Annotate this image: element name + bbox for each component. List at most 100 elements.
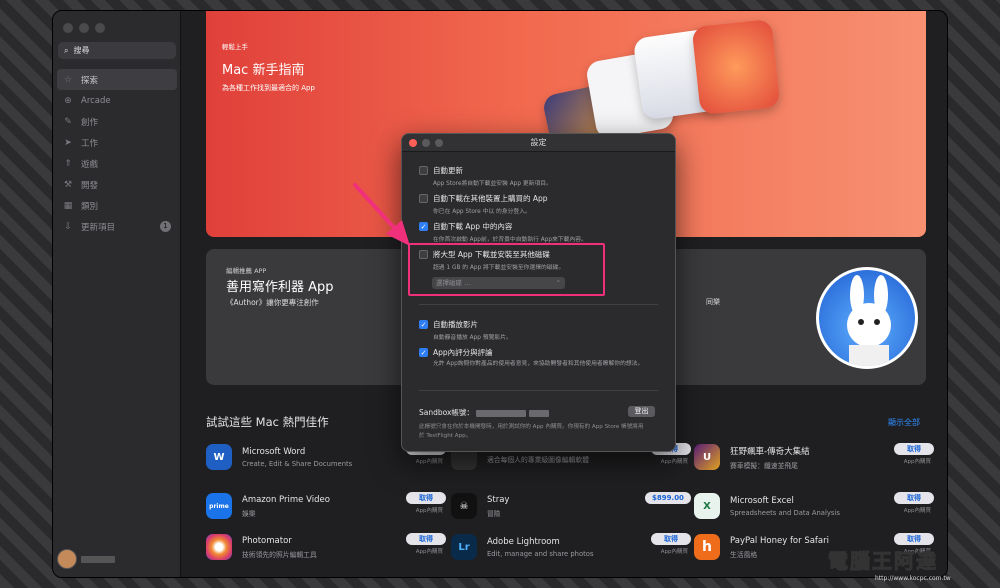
app-item-prime-video[interactable]: prime Amazon Prime Video 娛樂 取得 App內購買 (206, 488, 446, 524)
hero-subtitle: 為各種工作找到最適合的 App (222, 84, 315, 92)
zoom-window-button[interactable] (95, 23, 105, 33)
app-name: Microsoft Word (242, 446, 306, 457)
sidebar-item-create[interactable]: ✎ 創作 (57, 111, 177, 132)
dialog-close-button[interactable] (409, 139, 417, 147)
in-app-purchase-note: App內購買 (660, 549, 688, 555)
see-all-link[interactable]: 顯示全部 (888, 417, 920, 428)
auto-update-checkbox[interactable] (419, 166, 428, 175)
auto-download-purchases-checkbox[interactable] (419, 194, 428, 203)
in-app-ratings-checkbox[interactable]: ✓ (419, 348, 428, 357)
app-name: Stray (487, 494, 510, 505)
search-field[interactable]: ⌕ 搜尋 (58, 42, 176, 59)
hammer-icon: ⚒ (63, 179, 73, 190)
auto-download-content-checkbox[interactable]: ✓ (419, 222, 428, 231)
sidebar-item-arcade[interactable]: ⊕ Arcade (57, 90, 177, 111)
prime-video-app-icon: prime (206, 493, 232, 519)
sidebar-item-categories[interactable]: ▦ 類別 (57, 195, 177, 216)
app-item-excel[interactable]: X Microsoft Excel Spreadsheets and Data A… (694, 488, 934, 524)
logout-button[interactable]: 登出 (628, 406, 655, 417)
get-button[interactable]: 取得 (651, 533, 691, 545)
price-button[interactable]: $899.00 (645, 492, 691, 504)
sidebar-item-updates[interactable]: ⇩ 更新項目 1 (57, 216, 177, 237)
get-button[interactable]: 取得 (406, 533, 446, 545)
app-name: Photomator (242, 535, 292, 546)
app-desc: Spreadsheets and Data Analysis (730, 508, 840, 517)
sidebar-item-work[interactable]: ➤ 工作 (57, 132, 177, 153)
sidebar-item-develop[interactable]: ⚒ 開發 (57, 174, 177, 195)
star-icon: ☆ (63, 74, 73, 85)
option-auto-download-content[interactable]: ✓ 自動下載 App 中的內容在你首次啟動 App前，於背景中自動執行 App來… (419, 221, 587, 243)
get-button[interactable]: 取得 (894, 533, 934, 545)
rocket-icon: ⇑ (64, 158, 72, 169)
app-item-lightroom[interactable]: Lr Adobe Lightroom Edit, manage and share… (451, 529, 691, 565)
in-app-purchase-note: App內購買 (903, 508, 931, 514)
sidebar-item-label: 開發 (81, 180, 99, 191)
option-desc: 在你首次啟動 App前，於背景中自動執行 App來下載內容。 (433, 237, 587, 243)
feature-right-text: 同樂 (706, 298, 720, 306)
option-label: 自動下載 App 中的內容 (433, 222, 513, 231)
app-name: Amazon Prime Video (242, 494, 330, 505)
dialog-window-controls (409, 139, 443, 147)
sidebar: ⌕ 搜尋 ☆ 探索 ⊕ Arcade ✎ 創作 ➤ 工作 ⇑ 遊戲 ⚒ 開發 ▦ 類別 ⇩ 更新… (53, 11, 181, 577)
autoplay-video-checkbox[interactable]: ✓ (419, 320, 428, 329)
word-app-icon: W (206, 444, 232, 470)
sandbox-label: Sandbox帳號： (419, 408, 474, 417)
app-desc: Edit, manage and share photos (487, 549, 594, 558)
feature-title: 善用寫作利器 App (226, 280, 334, 295)
get-button[interactable]: 取得 (406, 492, 446, 504)
sidebar-item-label: Arcade (81, 95, 111, 106)
updates-badge: 1 (160, 221, 171, 232)
option-label: 自動播放影片 (433, 320, 478, 329)
app-icon-pixelmator (691, 19, 781, 115)
option-desc: 允許 App詢問你對產品的使用者意見，來協助開發者和其他使用者瞭解你的想法。 (433, 361, 644, 367)
joystick-icon: ⊕ (64, 95, 72, 106)
close-window-button[interactable] (63, 23, 73, 33)
option-in-app-ratings[interactable]: ✓ App內評分與評論允許 App詢問你對產品的使用者意見，來協助開發者和其他使… (419, 347, 644, 369)
download-icon: ⇩ (64, 221, 72, 232)
app-name: Adobe Lightroom (487, 536, 560, 547)
sandbox-footer-note: 此帳號只會在你於本機開發時，用於測試你的 App 內購買。你現有的 App St… (419, 424, 644, 439)
asphalt-app-icon: U (694, 444, 720, 470)
in-app-purchase-note: App內購買 (415, 508, 443, 514)
dialog-minimize-button[interactable] (422, 139, 430, 147)
brush-icon: ✎ (64, 116, 72, 127)
excel-app-icon: X (694, 493, 720, 519)
app-desc: 技術領先的照片編輯工具 (242, 550, 317, 559)
dialog-divider (419, 390, 658, 391)
paper-plane-icon: ➤ (64, 137, 72, 148)
watermark-logo: 電腦王阿達 (828, 549, 938, 574)
lightroom-app-icon: Lr (451, 534, 477, 560)
sidebar-item-label: 探索 (81, 75, 99, 86)
feature-eyebrow: 編輯推薦 APP (226, 267, 267, 275)
sandbox-email-redacted (476, 409, 527, 417)
option-desc: App Store將自動下載並安裝 App 更新項目。 (433, 181, 552, 187)
app-item-photomator[interactable]: Photomator 技術領先的照片編輯工具 取得 App內購買 (206, 529, 446, 565)
get-button[interactable]: 取得 (894, 443, 934, 455)
sidebar-item-label: 遊戲 (81, 159, 99, 170)
hero-eyebrow: 輕鬆上手 (222, 43, 248, 51)
sidebar-item-play[interactable]: ⇑ 遊戲 (57, 153, 177, 174)
minimize-window-button[interactable] (79, 23, 89, 33)
watermark-url: http://www.kocpc.com.tw (875, 575, 951, 582)
sidebar-nav: ☆ 探索 ⊕ Arcade ✎ 創作 ➤ 工作 ⇑ 遊戲 ⚒ 開發 ▦ 類別 ⇩ 更新項目 1 (57, 69, 177, 237)
sandbox-email-redacted-2 (528, 409, 549, 417)
dialog-zoom-button[interactable] (435, 139, 443, 147)
app-item-asphalt[interactable]: U 狂野飆車-傳奇大集結 賽車模擬：纖速並飛尾 取得 App內購買 (694, 439, 934, 475)
get-button[interactable]: 取得 (894, 492, 934, 504)
in-app-purchase-note: App內購買 (415, 549, 443, 555)
option-label: App內評分與評論 (433, 348, 493, 357)
option-autoplay-video[interactable]: ✓ 自動播放影片 自動靜音播放 App 預覽影片。 (419, 319, 512, 341)
grid-icon: ▦ (63, 200, 73, 211)
sidebar-item-label: 工作 (81, 138, 99, 149)
app-name: PayPal Honey for Safari (730, 535, 829, 546)
option-auto-download-purchases[interactable]: 自動下載在其他裝置上購買的 App 你已在 App Store 中以 的身分登入。 (419, 193, 548, 215)
avatar (57, 549, 77, 569)
sidebar-item-label: 類別 (81, 201, 99, 212)
option-desc: 你已在 App Store 中以 的身分登入。 (433, 209, 531, 215)
hero-title: Mac 新手指南 (222, 63, 305, 78)
app-item-stray[interactable]: ☠ Stray 冒險 $899.00 (451, 488, 691, 524)
sidebar-item-label: 創作 (81, 117, 99, 128)
sidebar-item-discover[interactable]: ☆ 探索 (57, 69, 177, 90)
user-account[interactable] (57, 549, 115, 569)
option-auto-update[interactable]: 自動更新 App Store將自動下載並安裝 App 更新項目。 (419, 165, 552, 187)
